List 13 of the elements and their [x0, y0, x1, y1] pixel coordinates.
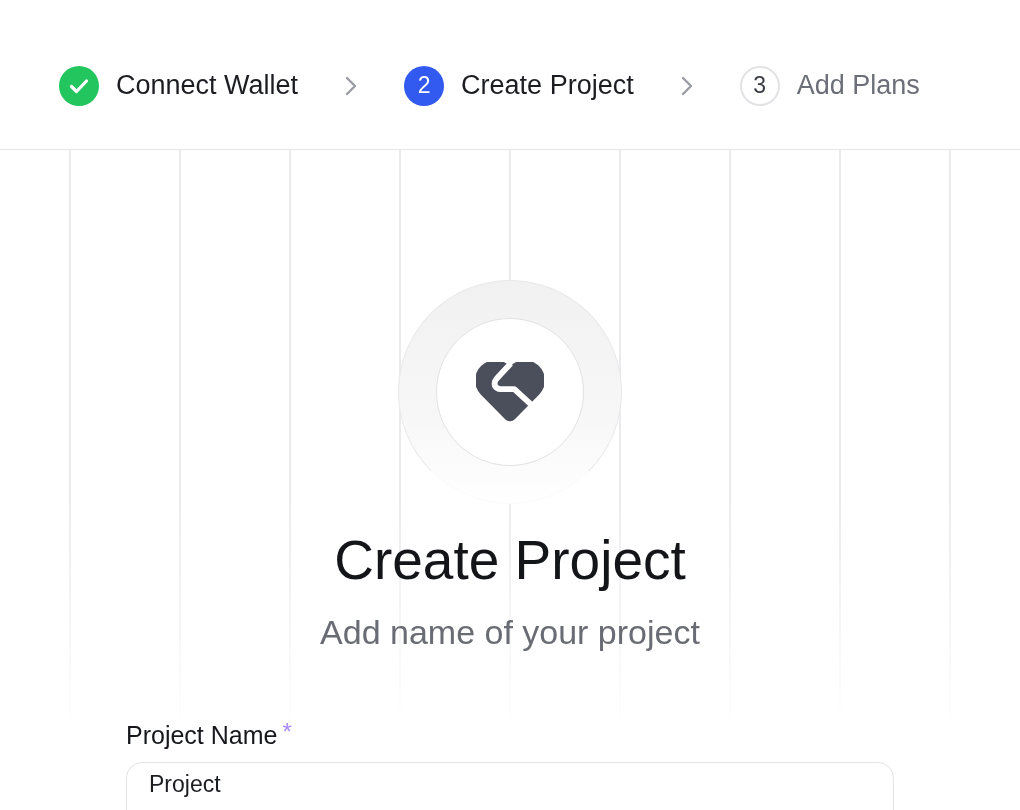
- chevron-right-icon: [345, 75, 358, 96]
- step-number: 3: [739, 65, 780, 106]
- step-label: Add Plans: [796, 70, 920, 101]
- required-mark: *: [282, 720, 292, 744]
- step-label: Connect Wallet: [116, 70, 299, 101]
- step-label: Create Project: [461, 70, 634, 101]
- page-title: Create Project: [334, 528, 686, 593]
- field-label: Project Name: [126, 720, 278, 750]
- project-name-input[interactable]: Project: [126, 762, 894, 810]
- step-number: 2: [404, 65, 445, 106]
- chevron-right-icon: [680, 75, 693, 96]
- heart-icon: [476, 362, 544, 422]
- page-subtitle: Add name of your project: [320, 612, 700, 653]
